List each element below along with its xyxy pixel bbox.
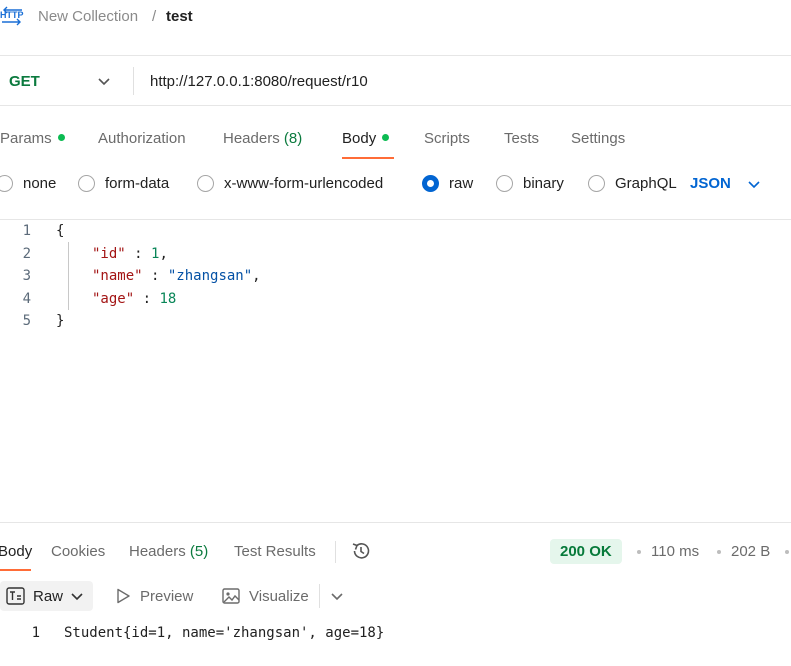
preview-button[interactable]: Preview [140, 588, 193, 605]
separator-dot [637, 550, 641, 554]
format-label[interactable]: Raw [33, 588, 63, 605]
image-icon [222, 587, 240, 605]
divider [0, 105, 791, 106]
response-time[interactable]: 110 ms [651, 543, 699, 560]
line-number: 3 [22, 268, 31, 284]
tab-label: Body [342, 130, 377, 147]
separator-dot [785, 550, 789, 554]
tab-params[interactable]: Params [0, 130, 65, 147]
tab-label: Headers [223, 130, 280, 147]
divider [319, 584, 320, 608]
json-separator: : [125, 246, 152, 262]
radio-form-data[interactable] [78, 175, 95, 192]
svg-text:HTTP: HTTP [0, 10, 24, 20]
tab-body[interactable]: Body [342, 130, 390, 147]
radio-binary[interactable] [496, 175, 513, 192]
line-number: 1 [22, 223, 31, 239]
editor-line[interactable]: 5 } [0, 310, 791, 332]
visualize-button[interactable]: Visualize [249, 588, 309, 605]
editor-line[interactable]: 3 "name" : "zhangsan", [0, 265, 791, 287]
radio-label-form-data[interactable]: form-data [105, 175, 169, 192]
response-tab-headers[interactable]: Headers (5) [129, 543, 208, 560]
json-separator: : [134, 291, 160, 307]
raw-language-select[interactable]: JSON [690, 175, 731, 192]
line-number: 1 [31, 625, 40, 641]
json-value: 18 [159, 291, 177, 307]
code-text: "name" : "zhangsan", [92, 265, 261, 287]
active-tab-indicator [0, 569, 31, 571]
divider [0, 55, 791, 56]
chevron-down-icon[interactable] [70, 589, 84, 603]
chevron-down-icon[interactable] [747, 177, 761, 191]
json-value: "zhangsan" [167, 268, 253, 284]
breadcrumb-request-name[interactable]: test [166, 8, 193, 25]
radio-x-www-form-urlencoded[interactable] [197, 175, 214, 192]
tab-authorization[interactable]: Authorization [98, 130, 186, 147]
line-number: 5 [22, 313, 31, 329]
divider[interactable] [0, 522, 791, 523]
divider [335, 541, 336, 563]
json-comma: , [159, 246, 168, 262]
json-comma: , [252, 268, 261, 284]
radio-graphql[interactable] [588, 175, 605, 192]
radio-label-graphql[interactable]: GraphQL [615, 175, 677, 192]
tab-label: Settings [571, 130, 626, 147]
radio-none[interactable] [0, 175, 13, 192]
status-dot-icon [382, 134, 390, 141]
json-key: "age" [92, 291, 135, 307]
tab-settings[interactable]: Settings [571, 130, 625, 147]
status-dot-icon [57, 134, 65, 141]
tab-label: Tests [504, 130, 540, 147]
tab-label: Scripts [424, 130, 470, 147]
response-tab-test-results[interactable]: Test Results [234, 543, 316, 560]
json-separator: : [142, 268, 168, 284]
url-input[interactable]: http://127.0.0.1:8080/request/r10 [150, 73, 368, 90]
tab-label: Headers [129, 543, 186, 560]
code-text: } [56, 313, 65, 329]
radio-label-x-www-form-urlencoded[interactable]: x-www-form-urlencoded [224, 175, 383, 192]
radio-label-none[interactable]: none [23, 175, 56, 192]
breadcrumb-collection[interactable]: New Collection [38, 8, 138, 25]
chevron-down-icon[interactable] [97, 74, 111, 88]
method-select[interactable]: GET [9, 73, 40, 90]
history-icon[interactable] [350, 540, 372, 562]
tab-count: (8) [283, 130, 303, 147]
status-badge[interactable]: 200 OK [550, 539, 622, 564]
radio-label-raw[interactable]: raw [449, 175, 473, 192]
editor-line[interactable]: 4 "age" : 18 [0, 288, 791, 310]
chevron-down-icon[interactable] [330, 589, 344, 603]
text-format-icon [6, 587, 25, 605]
active-tab-indicator [342, 157, 394, 159]
tab-label: Authorization [98, 130, 186, 147]
tab-headers[interactable]: Headers (8) [223, 130, 302, 147]
code-text: { [56, 223, 65, 239]
response-text: Student{id=1, name='zhangsan', age=18} [64, 625, 385, 641]
json-key: "name" [92, 268, 143, 284]
code-text: "age" : 18 [92, 288, 176, 310]
line-number: 4 [22, 291, 31, 307]
radio-label-binary[interactable]: binary [523, 175, 564, 192]
url-divider [133, 67, 134, 95]
tab-label: Params [0, 130, 52, 147]
separator-dot [717, 550, 721, 554]
response-line[interactable]: 1 Student{id=1, name='zhangsan', age=18} [0, 622, 791, 644]
breadcrumb-separator: / [152, 8, 157, 25]
json-key: "id" [92, 246, 126, 262]
response-tab-body[interactable]: Body [0, 543, 32, 560]
line-number: 2 [22, 246, 31, 262]
response-size[interactable]: 202 B [731, 543, 770, 560]
http-request-icon: HTTP [0, 6, 24, 28]
tab-tests[interactable]: Tests [504, 130, 539, 147]
editor-line[interactable]: 1 { [0, 220, 791, 242]
code-text: "id" : 1, [92, 243, 168, 265]
editor-line[interactable]: 2 "id" : 1, [0, 243, 791, 265]
tab-count: (5) [189, 543, 209, 560]
response-tab-cookies[interactable]: Cookies [51, 543, 105, 560]
play-icon [114, 587, 132, 605]
tab-scripts[interactable]: Scripts [424, 130, 470, 147]
radio-raw[interactable] [422, 175, 439, 192]
